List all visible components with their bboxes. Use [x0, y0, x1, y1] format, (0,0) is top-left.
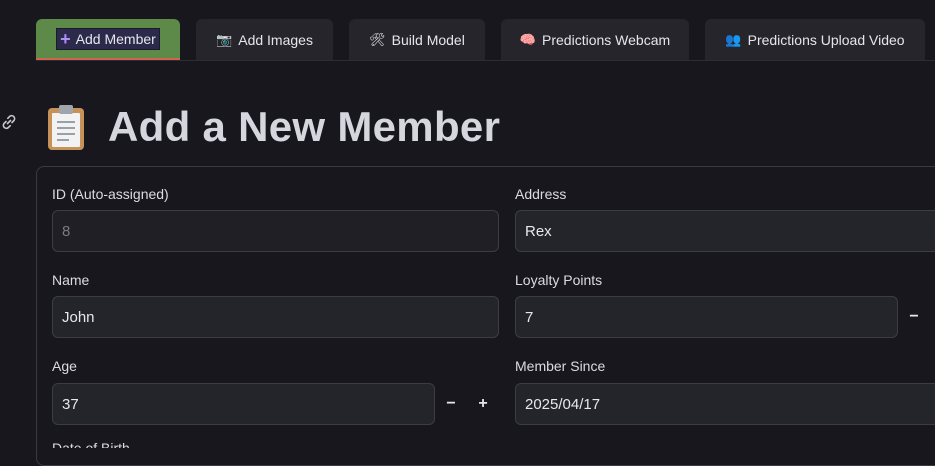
tab-build-model[interactable]: 🛠 Build Model [349, 19, 485, 60]
tab-add-member-label-wrap: + Add Member [56, 27, 160, 50]
member-since-value: 2025/04/17 [525, 395, 601, 413]
name-label: Name [52, 272, 90, 288]
tab-label: Predictions Webcam [542, 31, 671, 48]
tab-add-images[interactable]: 📷 Add Images [196, 19, 333, 60]
tab-bar: + Add Member 📷 Add Images 🛠 Build Model … [0, 0, 935, 62]
address-field[interactable]: Rex [515, 210, 935, 252]
tab-predictions-webcam[interactable]: 🧠 Predictions Webcam [501, 19, 689, 60]
name-field[interactable]: John [52, 296, 499, 338]
page-header: Add a New Member [46, 100, 500, 154]
id-value: 8 [62, 222, 71, 240]
tab-label: Add Images [238, 31, 313, 48]
loyalty-decrement-button[interactable]: − [903, 306, 925, 328]
id-label: ID (Auto-assigned) [52, 186, 169, 202]
clipboard-icon [48, 105, 84, 150]
id-field: 8 [52, 210, 499, 252]
age-increment-button[interactable]: + [472, 393, 494, 415]
loyalty-points-label: Loyalty Points [515, 272, 603, 288]
age-label: Age [52, 358, 77, 374]
tab-label: Predictions Upload Video [747, 31, 905, 48]
tools-icon: 🛠 [369, 32, 386, 47]
member-since-field[interactable]: 2025/04/17 [515, 383, 935, 425]
age-decrement-button[interactable]: − [440, 393, 462, 415]
link-icon[interactable] [0, 113, 18, 131]
date-of-birth-label: Date of Birth [52, 440, 130, 448]
member-since-label: Member Since [515, 358, 606, 374]
people-icon: 👥 [725, 32, 742, 47]
tab-label: Build Model [391, 31, 465, 48]
name-value: John [62, 308, 95, 326]
page-title: Add a New Member [108, 103, 501, 150]
tab-label: Add Member [75, 30, 156, 47]
address-label: Address [515, 186, 567, 202]
age-value: 37 [62, 395, 79, 413]
tab-add-member[interactable]: + Add Member [36, 19, 180, 60]
tab-divider [36, 60, 935, 61]
plus-icon: + [60, 28, 71, 49]
loyalty-points-value: 7 [525, 308, 534, 326]
loyalty-points-field[interactable]: 7 [515, 296, 898, 338]
brain-icon: 🧠 [519, 32, 537, 47]
age-field[interactable]: 37 [52, 383, 435, 425]
camera-icon: 📷 [216, 32, 233, 47]
address-value: Rex [525, 222, 552, 240]
tab-predictions-upload-video[interactable]: 👥 Predictions Upload Video [705, 19, 925, 60]
